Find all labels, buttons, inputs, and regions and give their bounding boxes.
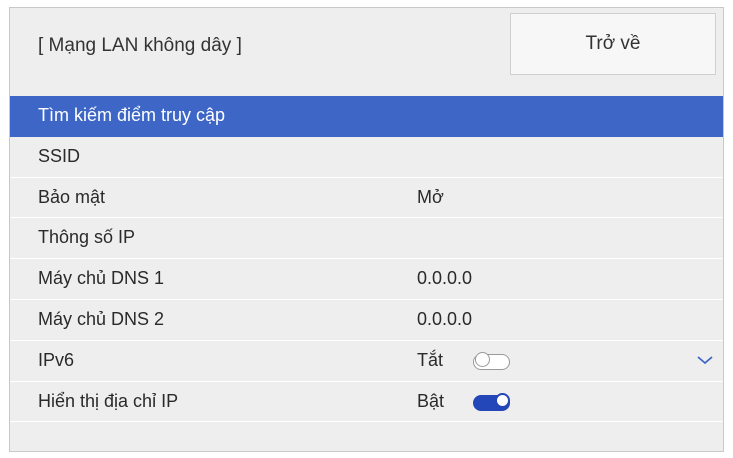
menu-item-dns-server-1[interactable]: Máy chủ DNS 1 0.0.0.0 <box>10 259 723 300</box>
menu-item-value: Bật <box>417 390 445 411</box>
menu-item-label: Bảo mật <box>38 186 106 207</box>
menu-item-label: Máy chủ DNS 2 <box>38 308 165 329</box>
settings-menu: Tìm kiếm điểm truy cập SSID Bảo mật Mở T… <box>10 96 723 423</box>
menu-item-label: Tìm kiếm điểm truy cập <box>38 105 226 125</box>
menu-item-ssid[interactable]: SSID <box>10 137 723 178</box>
toggle-knob <box>475 351 490 367</box>
menu-item-display-ip-address[interactable]: Hiển thị địa chỉ IP Bật <box>10 382 723 423</box>
menu-item-label: SSID <box>38 145 81 166</box>
menu-item-label: Máy chủ DNS 1 <box>38 268 165 289</box>
menu-item-value: Tắt <box>417 349 444 370</box>
menu-item-ipv6[interactable]: IPv6 Tắt <box>10 341 723 382</box>
back-button[interactable]: Trở về <box>510 13 716 75</box>
menu-item-label: Hiển thị địa chỉ IP <box>38 390 179 411</box>
menu-item-label: Thông số IP <box>38 227 136 248</box>
ipv6-toggle[interactable] <box>473 351 510 370</box>
menu-item-value: Mở <box>417 186 444 207</box>
display-ip-toggle[interactable] <box>473 392 510 411</box>
menu-item-search-access-point[interactable]: Tìm kiếm điểm truy cập <box>10 96 723 137</box>
wireless-lan-panel: [ Mạng LAN không dây ] Trở về Tìm kiếm đ… <box>9 7 724 452</box>
menu-item-value: 0.0.0.0 <box>417 308 473 329</box>
toggle-knob <box>495 392 510 408</box>
menu-item-dns-server-2[interactable]: Máy chủ DNS 2 0.0.0.0 <box>10 300 723 341</box>
menu-item-label: IPv6 <box>38 349 75 370</box>
menu-item-ip-settings[interactable]: Thông số IP <box>10 218 723 260</box>
menu-item-value: 0.0.0.0 <box>417 268 473 289</box>
page-title: [ Mạng LAN không dây ] <box>38 35 242 56</box>
menu-item-security[interactable]: Bảo mật Mở <box>10 178 723 219</box>
chevron-down-icon[interactable] <box>696 351 714 369</box>
